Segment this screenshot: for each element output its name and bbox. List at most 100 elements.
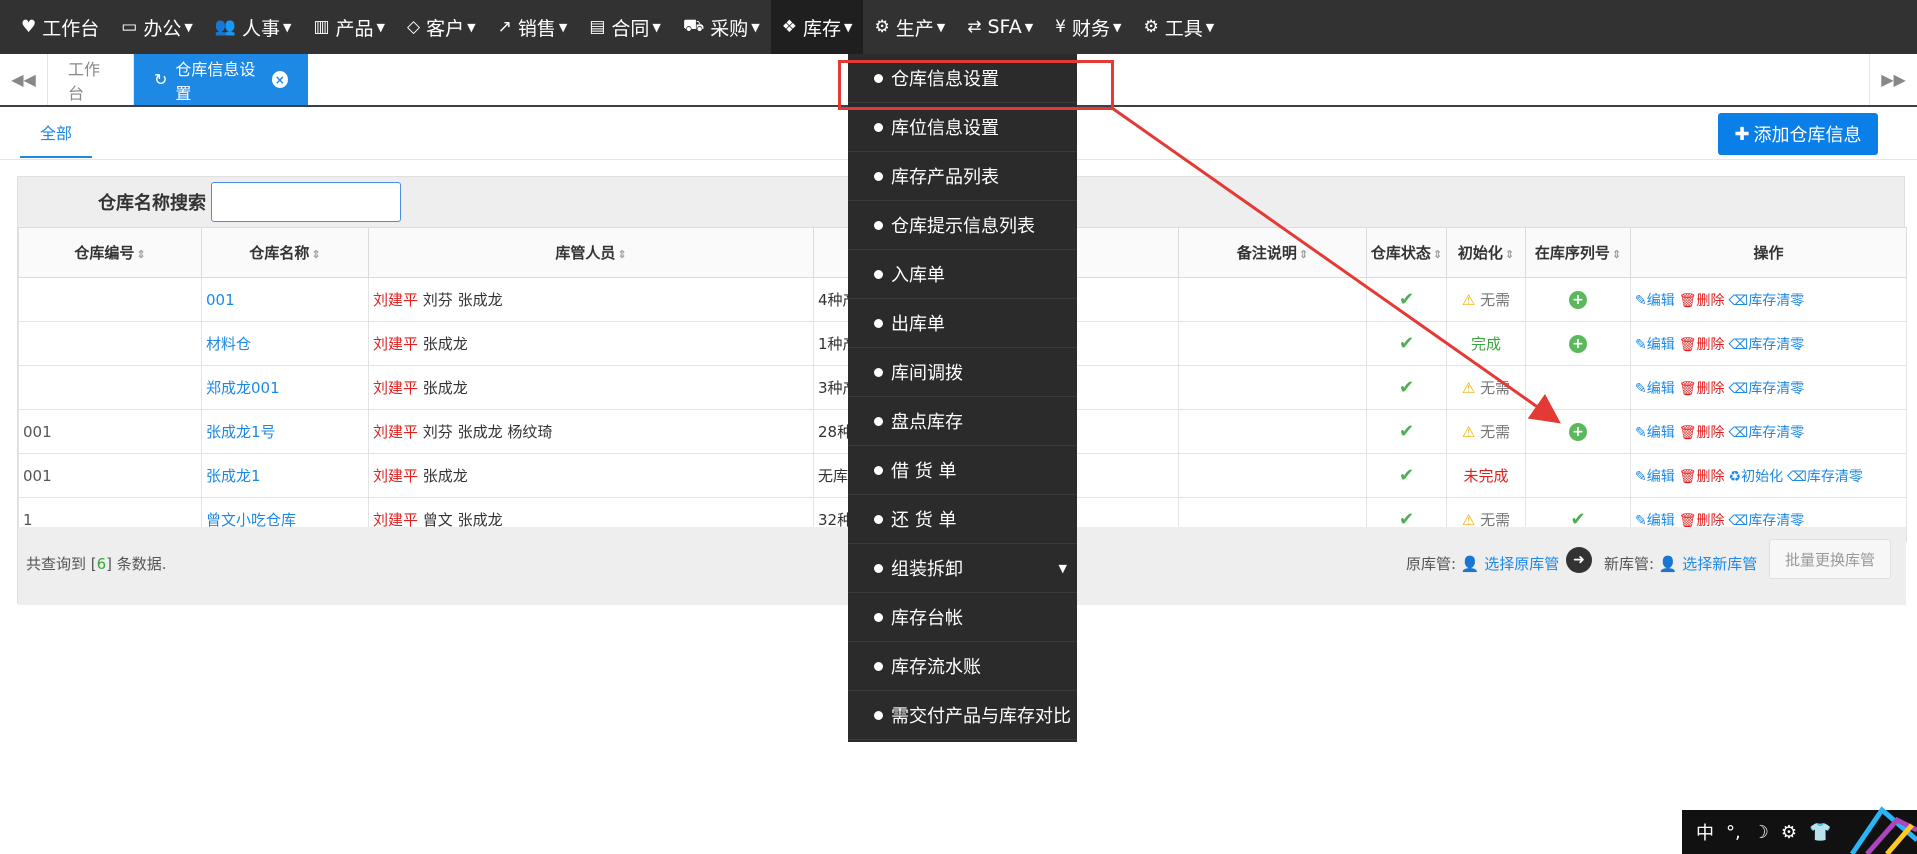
delete-button[interactable]: 🗑删除 [1679,425,1725,441]
nav-item-7[interactable]: ⛟ 采购 ▼ [672,0,771,54]
nav-item-10[interactable]: ⇄ SFA ▼ [956,0,1044,54]
menu-item-2[interactable]: 库存产品列表 [848,152,1077,201]
nav-item-label: 工作台 [42,17,100,40]
delete-button[interactable]: 🗑删除 [1679,381,1725,397]
column-header[interactable]: 仓库状态 ⇕ [1366,227,1447,278]
edit-button[interactable]: ✎编辑 [1635,381,1675,397]
menu-item-4[interactable]: 入库单 [848,250,1077,299]
tab-warehouse-settings[interactable]: ↻ 仓库信息设置 × [134,54,308,105]
tab-scroll-right-button[interactable]: ▶▶ [1869,54,1917,105]
nav-item-label: 采购 [710,17,749,40]
tray-icon[interactable]: ☽ [1753,822,1769,843]
check-icon: ✔ [1398,333,1415,354]
menu-item-5[interactable]: 出库单 [848,299,1077,348]
menu-item-label: 库位信息设置 [891,118,999,139]
menu-item-7[interactable]: 盘点库存 [848,397,1077,446]
clear-stock-button[interactable]: ⌫库存清零 [1729,293,1805,309]
caret-down-icon: ▼ [1113,20,1122,34]
edit-button[interactable]: ✎编辑 [1635,469,1675,485]
nav-item-11[interactable]: ¥ 财务 ▼ [1044,0,1132,54]
nav-item-12[interactable]: ⚙ 工具 ▼ [1132,0,1225,54]
warehouse-name-link[interactable]: 材料仓 [206,335,251,353]
managers: 张成龙 [422,379,468,397]
warehouse-code: 001 [23,466,52,485]
column-header[interactable]: 仓库名称 ⇕ [201,227,369,278]
nav-item-8[interactable]: ❖ 库存 ▼ [770,0,864,54]
nav-item-label: 工具 [1164,17,1203,40]
nav-item-9[interactable]: ⚙ 生产 ▼ [863,0,956,54]
nav-item-label: 产品 [335,17,374,40]
add-circle-icon[interactable]: + [1569,335,1587,353]
clear-stock-button[interactable]: ⌫库存清零 [1729,381,1805,397]
caret-down-icon: ▼ [751,20,760,34]
nav-item-1[interactable]: ▭ 办公 ▼ [110,0,204,54]
nav-item-6[interactable]: ▤ 合同 ▼ [578,0,672,54]
add-warehouse-label: 添加仓库信息 [1753,125,1862,146]
warehouse-name-search-input[interactable] [211,182,401,222]
tab-home[interactable]: 工作台 [48,54,134,105]
nav-item-5[interactable]: ↗ 销售 ▼ [487,0,579,54]
lead-manager: 刘建平 [373,423,419,441]
nav-item-label: 客户 [426,17,465,40]
caret-down-icon: ▼ [558,20,568,34]
menu-item-13[interactable]: 需交付产品与库存对比 [848,691,1077,740]
bullet-icon [874,514,883,524]
delete-button[interactable]: 🗑删除 [1679,337,1725,353]
init-status: 无需 [1480,423,1511,441]
menu-item-label: 借 货 单 [891,461,957,482]
nav-item-4[interactable]: ◇ 客户 ▼ [396,0,487,54]
initialize-button[interactable]: ♻初始化 [1729,469,1784,485]
tray-icon[interactable]: 中 [1696,819,1714,845]
menu-item-8[interactable]: 借 货 单 [848,446,1077,495]
menu-item-3[interactable]: 仓库提示信息列表 [848,201,1077,250]
warning-icon: ⚠ [1461,291,1476,309]
tab-scroll-left-button[interactable]: ◀◀ [0,54,48,105]
warehouse-name-link[interactable]: 001 [206,291,235,309]
menu-item-11[interactable]: 库存台帐 [848,593,1077,642]
edit-button[interactable]: ✎编辑 [1635,293,1675,309]
nav-item-0[interactable]: ♥ 工作台 [10,0,110,54]
sort-icon: ⇕ [1611,248,1622,261]
nav-item-3[interactable]: ▥ 产品 ▼ [302,0,396,54]
column-header[interactable]: 初始化 ⇕ [1446,227,1526,278]
menu-item-12[interactable]: 库存流水账 [848,642,1077,691]
users-icon: 👥 [214,17,236,37]
subtab-all[interactable]: 全部 [20,107,92,158]
clear-stock-button[interactable]: ⌫库存清零 [1729,425,1805,441]
menu-item-9[interactable]: 还 货 单 [848,495,1077,544]
cubes-icon: ❖ [781,17,797,37]
select-original-manager-link[interactable]: 👤 选择原库管 [1461,555,1559,573]
column-header[interactable]: 仓库编号 ⇕ [18,227,202,278]
menu-item-10[interactable]: 组装拆卸 ▼ [848,544,1077,593]
column-header[interactable]: 库管人员 ⇕ [368,227,814,278]
warehouse-name-link[interactable]: 郑成龙001 [206,379,280,397]
check-icon: ✔ [1398,465,1415,486]
select-new-manager-link[interactable]: 👤 选择新库管 [1659,555,1757,573]
add-warehouse-button[interactable]: ✚ 添加仓库信息 [1718,113,1878,155]
menu-item-6[interactable]: 库间调拨 [848,348,1077,397]
caret-down-icon: ▼ [1205,20,1215,34]
add-circle-icon[interactable]: + [1569,291,1587,309]
clear-stock-button[interactable]: ⌫库存清零 [1729,337,1805,353]
nav-item-2[interactable]: 👥 人事 ▼ [204,0,303,54]
menu-item-1[interactable]: 库位信息设置 [848,103,1077,152]
close-tab-icon[interactable]: × [271,71,288,88]
column-header[interactable]: 操作 [1630,227,1907,278]
add-circle-icon[interactable]: + [1569,423,1587,441]
edit-button[interactable]: ✎编辑 [1635,337,1675,353]
clear-stock-button[interactable]: ⌫库存清零 [1787,469,1863,485]
warehouse-name-link[interactable]: 张成龙1 [206,467,261,485]
batch-replace-manager-button[interactable]: 批量更换库管 [1769,539,1891,579]
tray-icon[interactable]: 👕 [1809,822,1831,843]
init-status: 未完成 [1463,467,1509,485]
column-header[interactable]: 备注说明 ⇕ [1178,227,1367,278]
tray-icon[interactable]: °, [1726,822,1741,843]
delete-button[interactable]: 🗑删除 [1679,293,1725,309]
contract-icon: ▤ [589,17,606,37]
tray-icon[interactable]: ⚙ [1781,822,1797,843]
column-header[interactable]: 在库序列号 ⇕ [1525,227,1631,278]
edit-button[interactable]: ✎编辑 [1635,425,1675,441]
warehouse-name-link[interactable]: 张成龙1号 [206,423,276,441]
bullet-icon [874,710,883,720]
delete-button[interactable]: 🗑删除 [1679,469,1725,485]
